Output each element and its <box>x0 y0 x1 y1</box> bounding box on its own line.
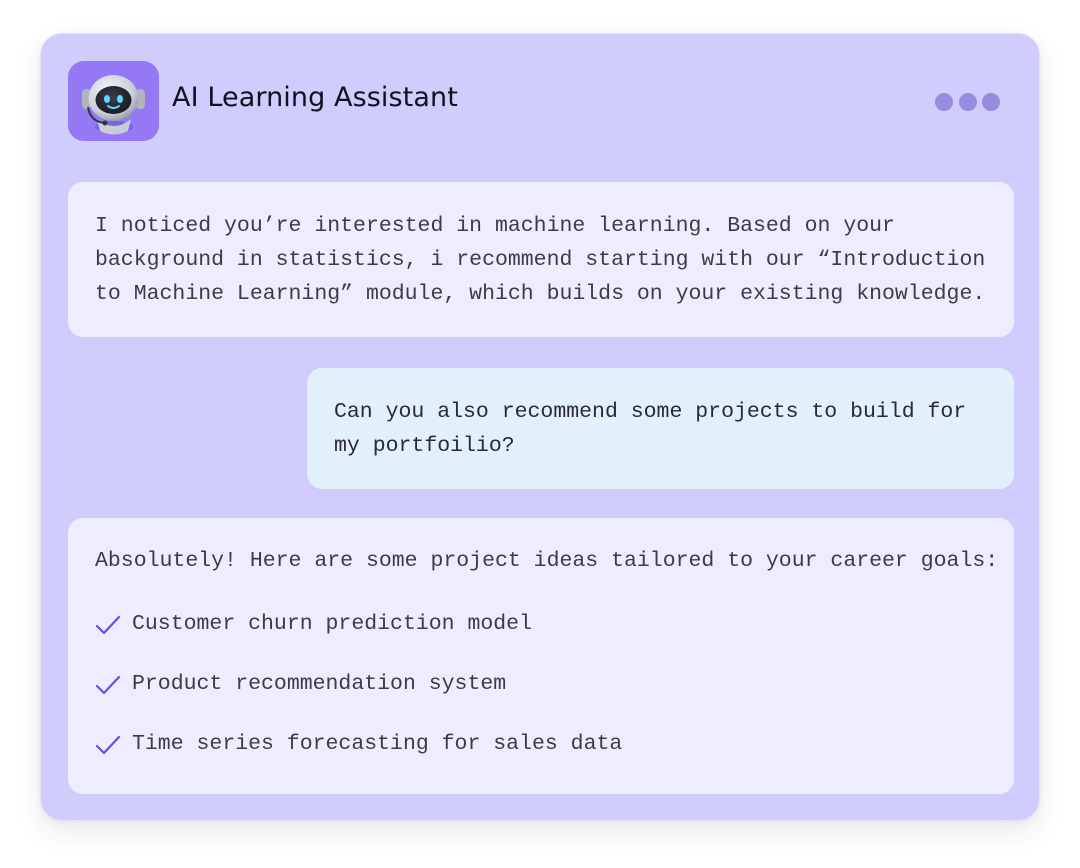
more-options-button[interactable] <box>935 92 1001 112</box>
assistant-message-2: Absolutely! Here are some project ideas … <box>68 518 1014 794</box>
assistant-message-1-text: I noticed you’re interested in machine l… <box>95 214 986 306</box>
assistant-message-2-intro: Absolutely! Here are some project ideas … <box>95 549 999 573</box>
more-horizontal-icon-dot-2 <box>959 93 977 111</box>
project-item-label: Customer churn prediction model <box>132 612 532 636</box>
check-icon <box>95 615 121 635</box>
more-horizontal-icon-dot-3 <box>982 93 1000 111</box>
list-item: Product recommendation system <box>95 671 987 698</box>
chat-card: AI Learning Assistant I noticed you’re i… <box>40 33 1040 821</box>
user-message: Can you also recommend some projects to … <box>307 368 1014 489</box>
check-icon <box>95 735 121 755</box>
list-item: Time series forecasting for sales data <box>95 731 987 758</box>
project-list: Customer churn prediction model Product … <box>95 611 987 758</box>
assistant-title: AI Learning Assistant <box>172 82 458 113</box>
project-item-label: Time series forecasting for sales data <box>132 732 623 756</box>
more-horizontal-icon <box>935 93 953 111</box>
user-message-text: Can you also recommend some projects to … <box>334 400 967 458</box>
project-item-label: Product recommendation system <box>132 672 507 696</box>
assistant-avatar <box>68 61 159 141</box>
list-item: Customer churn prediction model <box>95 611 987 638</box>
check-icon <box>95 675 121 695</box>
assistant-message-1: I noticed you’re interested in machine l… <box>68 182 1014 337</box>
robot-icon <box>82 75 145 135</box>
